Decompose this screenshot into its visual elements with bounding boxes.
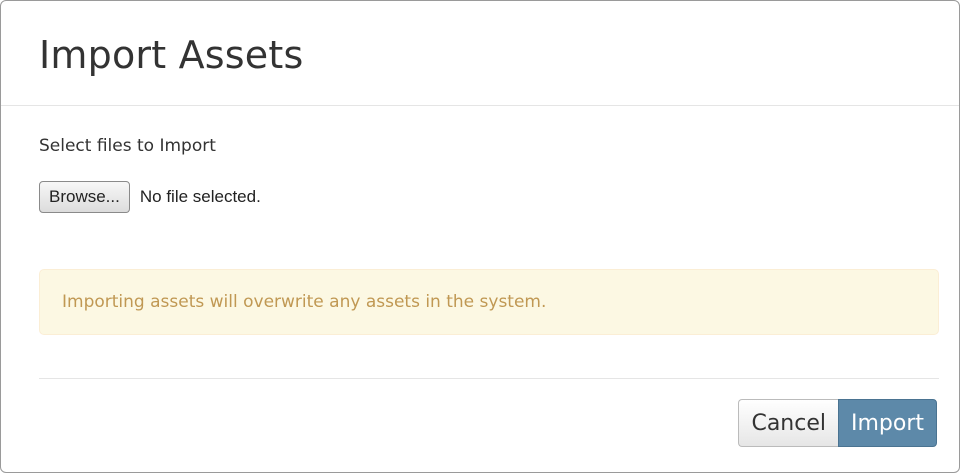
import-assets-dialog: Import Assets Select files to Import Bro… xyxy=(0,0,960,473)
browse-button[interactable]: Browse... xyxy=(39,181,130,213)
dialog-actions: Cancel Import xyxy=(738,399,937,447)
file-status-text: No file selected. xyxy=(139,187,261,206)
warning-text: Importing assets will overwrite any asse… xyxy=(62,292,547,312)
footer-divider xyxy=(39,378,939,379)
cancel-button[interactable]: Cancel xyxy=(738,399,838,447)
select-files-label: Select files to Import xyxy=(39,136,216,156)
import-button[interactable]: Import xyxy=(837,399,937,447)
warning-alert: Importing assets will overwrite any asse… xyxy=(39,269,939,335)
dialog-header: Import Assets xyxy=(1,1,959,106)
file-input: Browse... No file selected. xyxy=(39,180,261,214)
dialog-title: Import Assets xyxy=(39,33,304,77)
